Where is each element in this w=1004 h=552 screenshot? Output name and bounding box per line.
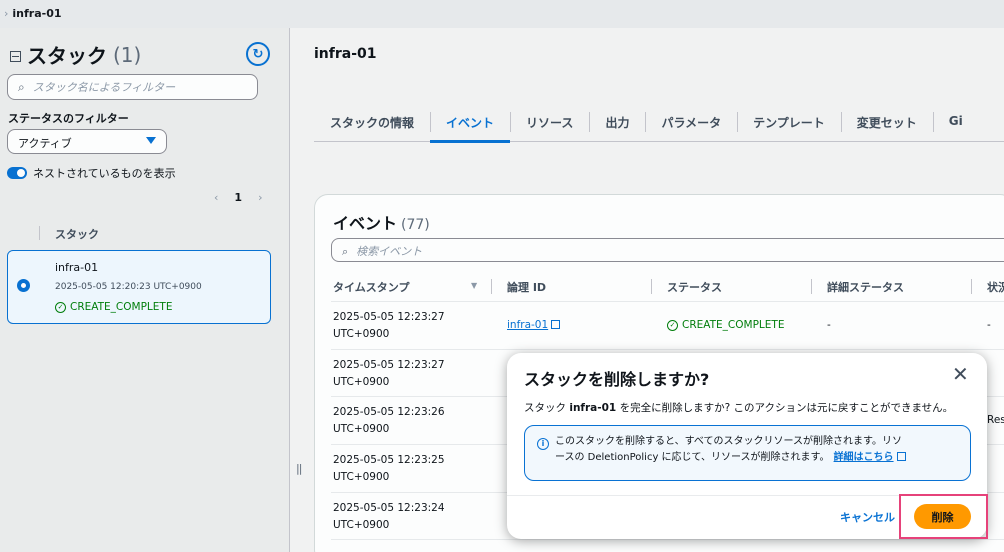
- modal-title: スタックを削除しますか?: [524, 370, 710, 389]
- info-icon: i: [537, 438, 549, 450]
- info-line-1: このスタックを削除すると、すべてのスタックリソースが削除されます。リソ: [555, 436, 902, 447]
- info-line-2: ースの DeletionPolicy に応じて、リソースが削除されます。 詳細はこ…: [555, 450, 960, 466]
- info-alert: i このスタックを削除すると、すべてのスタックリソースが削除されます。リソ ース…: [524, 425, 971, 481]
- learn-more-link[interactable]: 詳細はこちら: [834, 452, 906, 463]
- cancel-button[interactable]: キャンセル: [840, 509, 895, 525]
- modal-stack-name: infra-01: [569, 402, 617, 414]
- external-link-icon: [896, 452, 906, 461]
- modal-message: スタック infra-01 を完全に削除しますか? このアクションは元に戻すこと…: [524, 402, 954, 414]
- close-icon[interactable]: ✕: [952, 364, 969, 384]
- delete-button-highlight: [899, 494, 988, 539]
